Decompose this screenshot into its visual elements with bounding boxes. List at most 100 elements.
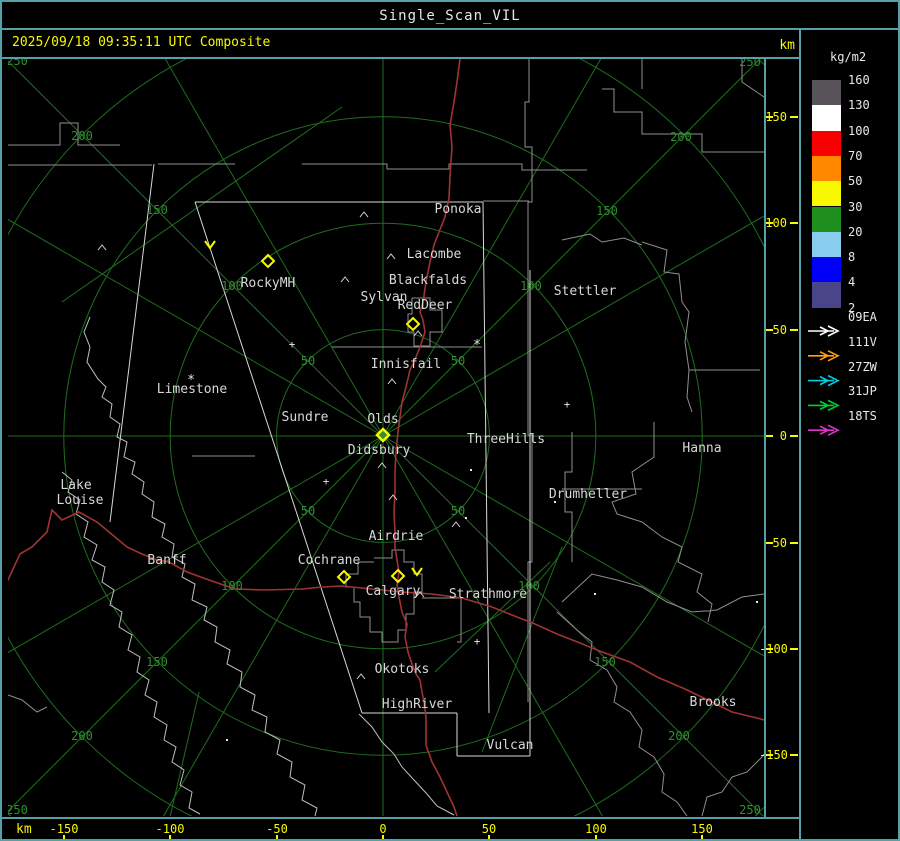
legend-value: 160 [848, 73, 870, 87]
city-label: ThreeHills [467, 432, 545, 447]
right-axis-tick [790, 754, 798, 756]
site-id-label: 18TS [848, 409, 877, 424]
bottom-axis-tick [595, 835, 597, 839]
city-label: Cochrane [298, 553, 361, 568]
radar-viewer-window: Single_Scan_VIL 2025/09/18 09:35:11 UTC … [0, 0, 900, 841]
star-marker-icon: * [473, 338, 481, 353]
legend-color-box [812, 206, 841, 232]
bottom-axis-label: -50 [266, 822, 288, 836]
ring-distance-label: 150 [146, 655, 168, 669]
legend-value: 70 [848, 148, 863, 163]
city-label: Louise [57, 493, 104, 508]
city-label: Strathmore [449, 587, 527, 602]
legend-color-box [812, 282, 841, 308]
bottom-axis-label: 50 [481, 822, 497, 836]
right-axis-label: -50 [765, 536, 787, 550]
scan-boundary-boxes [109, 163, 531, 757]
ring-distance-label: 100 [221, 279, 243, 293]
city-labels: PonokaLacombeBlackfaldsSylvanRedDeerInni… [57, 202, 737, 753]
graticule-lines [61, 106, 563, 816]
city-label: Stettler [554, 284, 617, 299]
bottom-axis-label: 0 [379, 822, 387, 836]
ring-distance-label: 150 [594, 655, 616, 669]
city-label: Olds [367, 412, 398, 427]
city-label: Drumheller [549, 487, 627, 502]
bottom-axis-label: 100 [585, 822, 607, 836]
ring-distance-label: 50 [451, 354, 465, 368]
legend-color-box [812, 105, 841, 131]
bottom-axis-tick [169, 835, 171, 839]
city-label: Ponoka [435, 202, 482, 217]
peak-marker-icon [388, 494, 398, 501]
city-label: Blackfalds [389, 273, 467, 288]
ring-distance-label: 200 [668, 729, 690, 743]
site-id-label: 09EA [848, 310, 877, 324]
legend-color-box [812, 80, 841, 106]
ring-distance-label: 250 [6, 54, 28, 68]
radar-site-diamond-icon [405, 316, 421, 332]
city-label: RedDeer [398, 298, 453, 313]
peak-marker-icon [386, 253, 396, 260]
city-label: Lake [60, 478, 91, 493]
right-axis-label: 50 [772, 323, 787, 337]
bottom-axis-label: 150 [691, 822, 713, 836]
ring-distance-label: 100 [221, 579, 243, 593]
legend-color-box [812, 257, 841, 283]
right-axis-label: 150 [765, 110, 787, 124]
right-axis-tick [766, 542, 773, 544]
right-axis-tick [790, 435, 798, 437]
city-label: Airdrie [369, 529, 424, 544]
city-label: Didsbury [348, 443, 411, 458]
center-site-diamond-icon [375, 427, 391, 443]
peak-marker-icon [340, 276, 350, 283]
peak-marker-icon [359, 211, 369, 218]
city-label: Lacombe [407, 247, 462, 262]
legend-value: 50 [848, 174, 863, 189]
city-label: Okotoks [375, 662, 430, 677]
site-id-label: 27ZW [848, 359, 877, 374]
right-axis-label: 100 [765, 216, 787, 230]
ring-distance-label: 50 [451, 504, 465, 518]
right-axis-tick [790, 116, 798, 118]
legend-value: 30 [848, 199, 863, 214]
ring-distance-label: 200 [71, 729, 93, 743]
city-label: RockyMH [241, 276, 296, 291]
legend-value: 130 [848, 98, 870, 113]
peak-marker-icon [387, 378, 397, 385]
bottom-axis-tick [276, 835, 278, 839]
right-axis-label: -150 [759, 748, 788, 762]
bottom-axis-tick [701, 835, 703, 839]
right-axis-tick [790, 648, 798, 650]
ring-distance-label: 150 [146, 203, 168, 217]
right-axis-tick [790, 542, 798, 544]
right-axis-tick [790, 222, 798, 224]
city-label: Vulcan [487, 738, 534, 753]
city-label: Innisfail [371, 357, 441, 372]
ring-distance-label: 200 [670, 130, 692, 144]
right-axis-label: 0 [779, 429, 787, 443]
city-label: Sundre [282, 410, 329, 425]
legend-color-box [812, 231, 841, 258]
right-axis-tick [766, 754, 773, 756]
plus-marker-icon: + [289, 338, 296, 351]
ring-distance-label: 150 [596, 204, 618, 218]
ring-distance-label: 250 [739, 803, 761, 817]
right-axis-tick [790, 329, 798, 331]
bottom-axis-tick [488, 835, 490, 839]
dot-marker-icon [594, 593, 596, 595]
legend-value: 20 [848, 224, 863, 239]
legend-color-box [812, 130, 841, 156]
legend-value: 8 [848, 250, 856, 265]
ring-distance-label: 100 [520, 279, 542, 293]
city-label: Calgary [366, 584, 421, 599]
dot-marker-icon [756, 601, 758, 603]
plus-marker-icon: + [474, 635, 481, 648]
city-label: Brooks [690, 695, 737, 710]
ring-distance-label: 250 [739, 55, 761, 69]
peak-marker-icon [451, 521, 461, 528]
legend-value: 4 [848, 275, 856, 290]
right-axis-tick [766, 222, 773, 224]
site-id-label: 31JP [848, 384, 877, 399]
bottom-axis-label: -150 [49, 822, 79, 836]
dot-marker-icon [470, 469, 472, 471]
